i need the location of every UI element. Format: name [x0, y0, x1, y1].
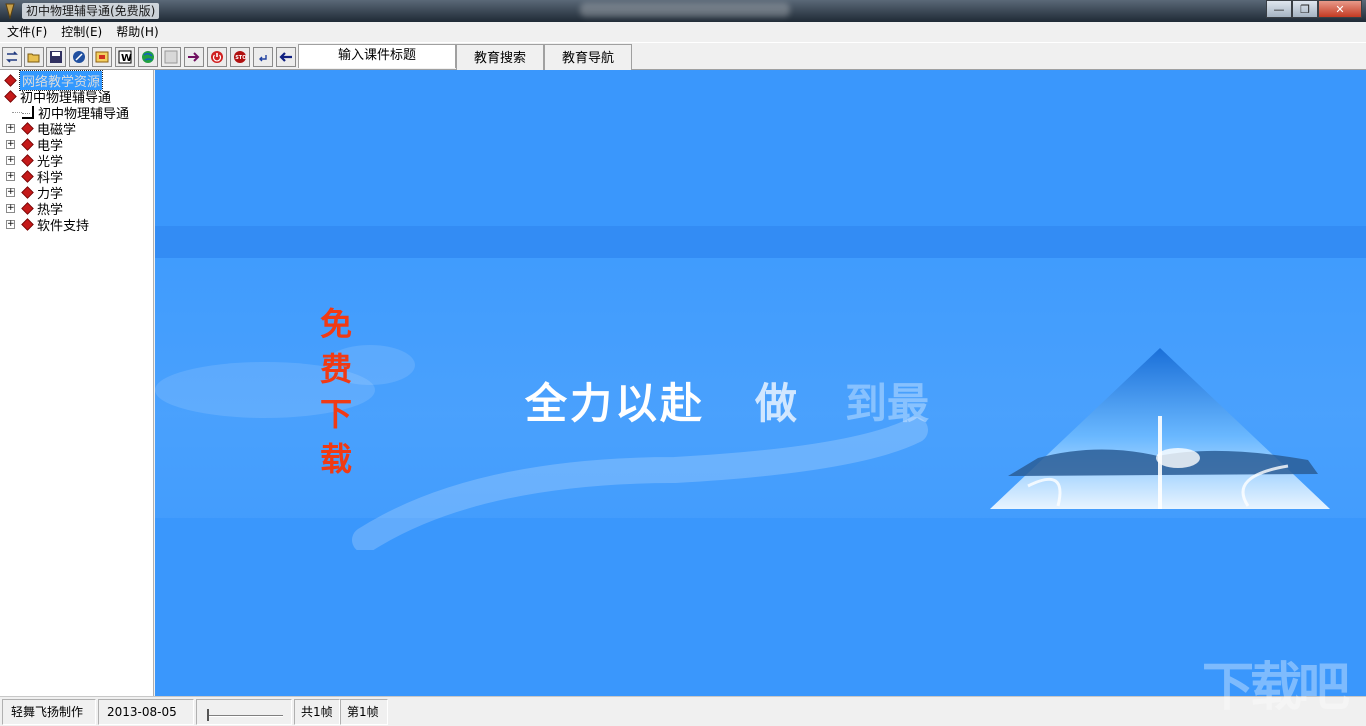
- expand-icon[interactable]: +: [6, 139, 15, 149]
- content-view: 免 费 下 载 全力以赴 做 到最: [155, 70, 1366, 696]
- banner-char: 免: [319, 305, 352, 343]
- app-icon: [5, 3, 15, 19]
- menu-help[interactable]: 帮助(H): [109, 22, 165, 42]
- compass-icon[interactable]: [69, 47, 89, 67]
- tree-item[interactable]: + 软件支持: [6, 216, 90, 234]
- total-frames-label: 共1帧: [294, 699, 340, 725]
- course-tree: 网络教学资源 初中物理辅导通 初中物理辅导通 + 电磁学 + 电学 + 光学 +…: [0, 69, 154, 696]
- close-button[interactable]: ✕: [1318, 0, 1362, 18]
- slogan-faded-text: 做: [755, 379, 800, 428]
- pyramid-landscape-graphic: [990, 348, 1330, 509]
- book-icon: [21, 171, 33, 181]
- book-icon: [21, 187, 33, 197]
- stop-icon[interactable]: STOP: [230, 47, 250, 67]
- expand-icon[interactable]: +: [6, 203, 15, 213]
- toolbar: W STOP 输入课件标题 教育搜索 教育导航: [0, 42, 1366, 71]
- book-icon: [21, 155, 33, 165]
- menu-bar: 文件(F) 控制(E) 帮助(H): [0, 22, 1366, 42]
- back-arrow-icon[interactable]: [253, 47, 273, 67]
- slogan-text: 全力以赴: [525, 379, 706, 428]
- expand-icon[interactable]: +: [6, 155, 15, 165]
- vertical-banner-text: 免 费 下 载: [311, 302, 361, 482]
- tree-connector: [12, 111, 22, 113]
- svg-text:STOP: STOP: [235, 55, 247, 61]
- slider-track: [207, 715, 283, 717]
- expand-icon[interactable]: +: [6, 219, 15, 229]
- minimize-button[interactable]: —: [1266, 0, 1292, 18]
- left-arrow-icon[interactable]: [276, 47, 296, 67]
- blurred-title-area: [580, 3, 790, 17]
- book-icon: [21, 203, 33, 213]
- forward-arrow-icon[interactable]: [184, 47, 204, 67]
- expand-icon[interactable]: +: [6, 187, 15, 197]
- globe-icon[interactable]: [138, 47, 158, 67]
- watermark: 下载吧: [1201, 658, 1350, 718]
- menu-file[interactable]: 文件(F): [0, 22, 54, 42]
- book-icon: [21, 123, 33, 133]
- course-title-input[interactable]: 输入课件标题: [298, 44, 456, 68]
- tree-item-label: 软件支持: [37, 218, 90, 234]
- status-bar: 轻舞飞扬制作 2013-08-05 共1帧 第1帧: [0, 696, 1366, 726]
- power-icon[interactable]: [207, 47, 227, 67]
- expand-icon[interactable]: +: [6, 171, 15, 181]
- slogan-ghost-text: 到最: [845, 379, 930, 428]
- date-label: 2013-08-05: [98, 699, 194, 725]
- open-folder-icon[interactable]: [24, 47, 44, 67]
- maximize-button[interactable]: ❐: [1292, 0, 1318, 18]
- slider-thumb[interactable]: [207, 709, 209, 721]
- book-icon: [4, 91, 16, 101]
- slideshow-icon[interactable]: [92, 47, 112, 67]
- background-band: [155, 226, 1366, 258]
- expand-icon[interactable]: +: [6, 123, 15, 133]
- tab-education-navigation[interactable]: 教育导航: [544, 44, 632, 71]
- tab-education-search[interactable]: 教育搜索: [456, 44, 544, 71]
- banner-char: 载: [319, 440, 352, 478]
- title-bar: 初中物理辅导通(免费版) — ❐ ✕: [0, 0, 1366, 22]
- frame-slider[interactable]: [196, 699, 292, 725]
- document-icon: [22, 105, 34, 119]
- book-icon: [4, 75, 16, 85]
- book-icon: [21, 139, 33, 149]
- banner-char: 费: [319, 350, 352, 388]
- current-frame-label: 第1帧: [340, 699, 388, 725]
- window-controls: — ❐ ✕: [1266, 0, 1362, 18]
- blank-icon[interactable]: [161, 47, 181, 67]
- window-title: 初中物理辅导通(免费版): [22, 3, 160, 19]
- word-icon[interactable]: W: [115, 47, 135, 67]
- save-icon[interactable]: [46, 47, 66, 67]
- sync-icon[interactable]: [2, 47, 22, 67]
- author-label: 轻舞飞扬制作: [2, 699, 96, 725]
- book-icon: [21, 219, 33, 229]
- svg-text:W: W: [121, 53, 132, 64]
- menu-control[interactable]: 控制(E): [54, 22, 109, 42]
- banner-char: 下: [319, 395, 352, 433]
